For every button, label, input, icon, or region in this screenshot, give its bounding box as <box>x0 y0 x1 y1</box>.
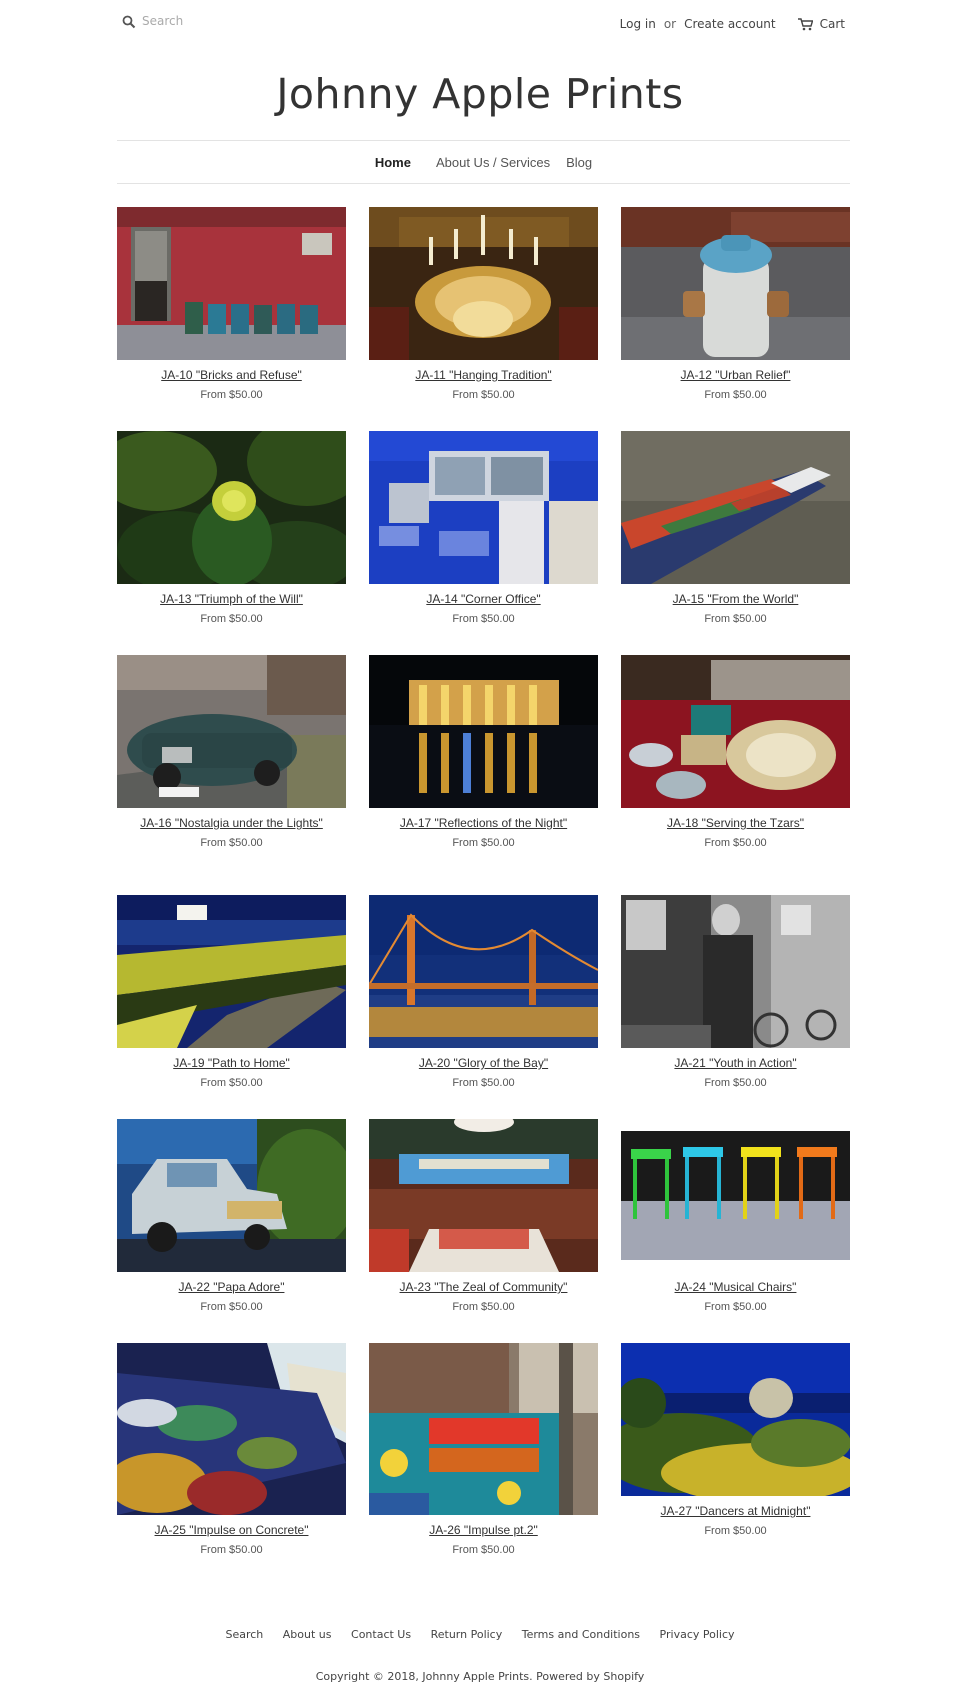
nav-item-blog[interactable]: Blog <box>566 155 592 170</box>
product-title[interactable]: JA-27 "Dancers at Midnight" <box>621 1503 850 1520</box>
product-price: From $50.00 <box>200 613 263 625</box>
product-image[interactable] <box>117 431 346 584</box>
product-image[interactable] <box>621 895 850 1048</box>
product-image[interactable] <box>117 655 346 808</box>
footer-link-privacy[interactable]: Privacy Policy <box>660 1628 735 1641</box>
product-caption: JA-26 "Impulse pt.2" From $50.00 <box>369 1522 598 1558</box>
copyright: Copyright © 2018, Johnny Apple Prints. P… <box>315 1670 645 1683</box>
product-image[interactable] <box>117 1119 346 1272</box>
product-image[interactable] <box>369 895 598 1048</box>
product-caption: JA-27 "Dancers at Midnight" From $50.00 <box>621 1503 850 1539</box>
product-title[interactable]: JA-25 "Impulse on Concrete" <box>117 1522 346 1539</box>
product-image[interactable] <box>369 655 598 808</box>
product-image[interactable] <box>621 431 850 584</box>
product-title[interactable]: JA-11 "Hanging Tradition" <box>369 367 598 384</box>
product-caption: JA-24 "Musical Chairs" From $50.00 <box>621 1279 850 1315</box>
product-title[interactable]: JA-26 "Impulse pt.2" <box>369 1522 598 1539</box>
product-caption: JA-19 "Path to Home" From $50.00 <box>117 1055 346 1091</box>
site-title[interactable]: Johnny Apple Prints <box>0 70 960 118</box>
product-title[interactable]: JA-14 "Corner Office" <box>369 591 598 608</box>
product-price: From $50.00 <box>704 1525 767 1537</box>
product-caption: JA-18 "Serving the Tzars" From $50.00 <box>621 815 850 851</box>
product-title[interactable]: JA-23 "The Zeal of Community" <box>369 1279 598 1296</box>
product-price: From $50.00 <box>704 613 767 625</box>
product-image[interactable] <box>369 1343 598 1515</box>
footer-link-about[interactable]: About us <box>283 1628 332 1641</box>
product-image[interactable] <box>369 1119 598 1272</box>
product-caption: JA-23 "The Zeal of Community" From $50.0… <box>369 1279 598 1315</box>
footer-link-terms[interactable]: Terms and Conditions <box>522 1628 640 1641</box>
search-icon[interactable] <box>122 14 136 29</box>
product-caption: JA-17 "Reflections of the Night" From $5… <box>369 815 598 851</box>
product-image[interactable] <box>621 207 850 360</box>
footer-links: Search About us Contact Us Return Policy… <box>0 1628 960 1641</box>
product-title[interactable]: JA-17 "Reflections of the Night" <box>369 815 598 832</box>
footer-link-contact[interactable]: Contact Us <box>351 1628 411 1641</box>
product-title[interactable]: JA-24 "Musical Chairs" <box>621 1279 850 1296</box>
product-title[interactable]: JA-21 "Youth in Action" <box>621 1055 850 1072</box>
cart-label: Cart <box>819 17 845 31</box>
product-caption: JA-21 "Youth in Action" From $50.00 <box>621 1055 850 1091</box>
cart-icon <box>797 17 814 31</box>
main-nav: Home About Us / Services Blog <box>117 140 850 184</box>
product-price: From $50.00 <box>704 837 767 849</box>
product-price: From $50.00 <box>200 1544 263 1556</box>
product-image[interactable] <box>117 895 346 1048</box>
search-input[interactable] <box>142 14 302 28</box>
footer-link-return-policy[interactable]: Return Policy <box>431 1628 503 1641</box>
cart-link[interactable]: Cart <box>797 17 845 31</box>
product-title[interactable]: JA-13 "Triumph of the Will" <box>117 591 346 608</box>
product-caption: JA-25 "Impulse on Concrete" From $50.00 <box>117 1522 346 1558</box>
product-price: From $50.00 <box>452 837 515 849</box>
product-caption: JA-14 "Corner Office" From $50.00 <box>369 591 598 627</box>
account-links: Log in or Create account Cart <box>620 17 845 31</box>
product-price: From $50.00 <box>452 389 515 401</box>
product-caption: JA-12 "Urban Relief" From $50.00 <box>621 367 850 403</box>
product-price: From $50.00 <box>704 389 767 401</box>
product-title[interactable]: JA-20 "Glory of the Bay" <box>369 1055 598 1072</box>
product-caption: JA-13 "Triumph of the Will" From $50.00 <box>117 591 346 627</box>
top-bar: Log in or Create account Cart <box>0 0 960 48</box>
product-price: From $50.00 <box>200 389 263 401</box>
footer-link-search[interactable]: Search <box>225 1628 263 1641</box>
product-caption: JA-16 "Nostalgia under the Lights" From … <box>117 815 346 851</box>
product-price: From $50.00 <box>200 837 263 849</box>
nav-item-home[interactable]: Home <box>375 155 411 170</box>
search-form[interactable] <box>122 14 302 29</box>
product-title[interactable]: JA-19 "Path to Home" <box>117 1055 346 1072</box>
product-price: From $50.00 <box>704 1077 767 1089</box>
product-image[interactable] <box>117 1343 346 1515</box>
product-title[interactable]: JA-18 "Serving the Tzars" <box>621 815 850 832</box>
product-price: From $50.00 <box>452 1544 515 1556</box>
product-caption: JA-20 "Glory of the Bay" From $50.00 <box>369 1055 598 1091</box>
product-image[interactable] <box>117 207 346 360</box>
product-image[interactable] <box>621 1343 850 1496</box>
product-title[interactable]: JA-15 "From the World" <box>621 591 850 608</box>
product-title[interactable]: JA-12 "Urban Relief" <box>621 367 850 384</box>
product-image[interactable] <box>369 207 598 360</box>
product-caption: JA-11 "Hanging Tradition" From $50.00 <box>369 367 598 403</box>
product-price: From $50.00 <box>452 1301 515 1313</box>
product-price: From $50.00 <box>452 613 515 625</box>
product-title[interactable]: JA-22 "Papa Adore" <box>117 1279 346 1296</box>
create-account-link[interactable]: Create account <box>684 17 776 31</box>
product-price: From $50.00 <box>704 1301 767 1313</box>
product-image[interactable] <box>621 1131 850 1260</box>
product-price: From $50.00 <box>200 1301 263 1313</box>
product-title[interactable]: JA-10 "Bricks and Refuse" <box>117 367 346 384</box>
product-caption: JA-10 "Bricks and Refuse" From $50.00 <box>117 367 346 403</box>
product-image[interactable] <box>369 431 598 584</box>
product-caption: JA-15 "From the World" From $50.00 <box>621 591 850 627</box>
login-link[interactable]: Log in <box>620 17 656 31</box>
product-price: From $50.00 <box>200 1077 263 1089</box>
product-title[interactable]: JA-16 "Nostalgia under the Lights" <box>117 815 346 832</box>
product-price: From $50.00 <box>452 1077 515 1089</box>
nav-item-about[interactable]: About Us / Services <box>436 155 550 170</box>
product-caption: JA-22 "Papa Adore" From $50.00 <box>117 1279 346 1315</box>
product-image[interactable] <box>621 655 850 808</box>
or-separator: or <box>663 17 677 31</box>
